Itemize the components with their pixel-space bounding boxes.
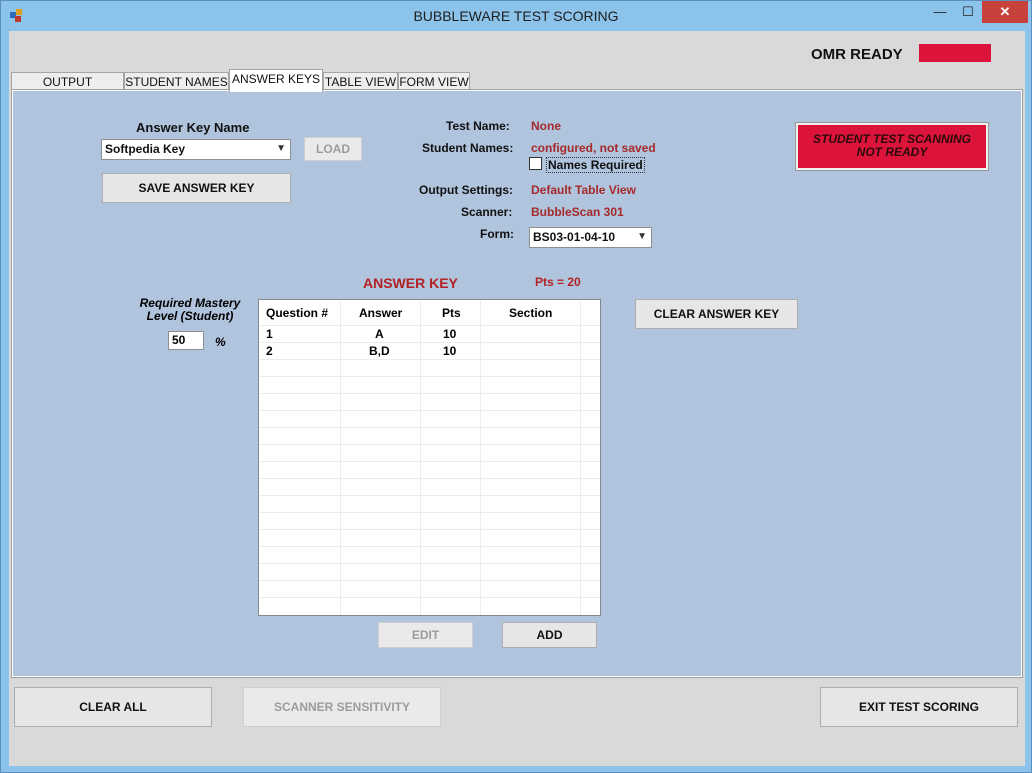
tab-answer-keys[interactable]: ANSWER KEYS [229, 69, 323, 92]
grid-row-divider [259, 580, 600, 581]
app-window: BUBBLEWARE TEST SCORING — ☐ ✕ OMR READY … [0, 0, 1032, 773]
answer-key-select-value: Softpedia Key [105, 142, 186, 156]
maximize-button[interactable]: ☐ [955, 1, 981, 23]
clear-answer-key-button[interactable]: CLEAR ANSWER KEY [635, 299, 798, 329]
answer-key-name-heading: Answer Key Name [136, 120, 250, 135]
grid-row-divider [259, 597, 600, 598]
tab-student-names[interactable]: STUDENT NAMES [124, 72, 229, 91]
title-bar[interactable]: BUBBLEWARE TEST SCORING — ☐ ✕ [1, 1, 1031, 31]
omr-status-label: OMR READY [811, 46, 903, 63]
grid-row-divider [259, 546, 600, 547]
mastery-label-line2: Level (Student) [146, 309, 234, 323]
test-name-label: Test Name: [446, 119, 510, 133]
table-cell[interactable]: B,D [369, 344, 390, 358]
grid-row-divider [259, 563, 600, 564]
edit-button[interactable]: EDIT [378, 622, 473, 648]
column-header-pts[interactable]: Pts [442, 306, 461, 320]
table-cell[interactable]: A [375, 327, 384, 341]
scanning-status-line2: NOT READY [856, 145, 928, 159]
points-total: Pts = 20 [535, 275, 581, 289]
grid-row-divider [259, 342, 600, 343]
mastery-percent-sign: % [215, 335, 226, 349]
chevron-down-icon: ▼ [276, 143, 286, 154]
exit-test-scoring-button[interactable]: EXIT TEST SCORING [820, 687, 1018, 727]
names-required-label[interactable]: Names Required [546, 157, 645, 173]
answer-key-grid[interactable]: Question # Answer Pts Section 1 A 10 2 B… [258, 299, 601, 616]
form-select-value: BS03-01-04-10 [533, 230, 616, 244]
column-header-answer[interactable]: Answer [359, 306, 402, 320]
table-cell[interactable]: 10 [443, 327, 456, 341]
grid-row-divider [259, 478, 600, 479]
grid-row-divider [259, 427, 600, 428]
form-select[interactable]: BS03-01-04-10 ▼ [529, 227, 652, 248]
answer-key-select[interactable]: Softpedia Key ▼ [101, 139, 291, 160]
table-cell[interactable]: 10 [443, 344, 456, 358]
client-area: OMR READY OUTPUT SETTINGS STUDENT NAMES … [9, 31, 1025, 766]
window-title: BUBBLEWARE TEST SCORING [413, 8, 619, 24]
grid-column-divider [480, 300, 481, 615]
load-button[interactable]: LOAD [304, 137, 362, 161]
scanner-value: BubbleScan 301 [531, 205, 624, 219]
tab-output-settings[interactable]: OUTPUT SETTINGS [11, 72, 124, 107]
names-required-checkbox[interactable] [529, 157, 542, 170]
chevron-down-icon: ▼ [637, 231, 647, 242]
answer-keys-panel: Answer Key Name Softpedia Key ▼ LOAD SAV… [11, 89, 1023, 678]
mastery-label: Required Mastery Level (Student) [130, 297, 250, 323]
table-cell[interactable]: 2 [266, 344, 273, 358]
output-settings-value: Default Table View [531, 183, 636, 197]
omr-status-indicator [919, 44, 991, 62]
grid-row-divider [259, 461, 600, 462]
grid-column-divider [580, 300, 581, 615]
grid-row-divider [259, 359, 600, 360]
tab-form-view[interactable]: FORM VIEW [398, 72, 470, 91]
close-button[interactable]: ✕ [982, 1, 1028, 23]
student-names-value: configured, not saved [531, 141, 656, 155]
grid-row-divider [259, 410, 600, 411]
save-answer-key-button[interactable]: SAVE ANSWER KEY [102, 173, 291, 203]
mastery-level-input[interactable]: 50 [168, 331, 204, 350]
column-header-section[interactable]: Section [509, 306, 552, 320]
student-names-label: Student Names: [422, 141, 514, 155]
grid-row-divider [259, 495, 600, 496]
grid-row-divider [259, 512, 600, 513]
tab-table-view[interactable]: TABLE VIEW [323, 72, 398, 91]
grid-column-divider [340, 300, 341, 615]
grid-row-divider [259, 376, 600, 377]
minimize-button[interactable]: — [927, 1, 953, 23]
answer-key-title: ANSWER KEY [363, 275, 458, 291]
clear-all-button[interactable]: CLEAR ALL [14, 687, 212, 727]
table-cell[interactable]: 1 [266, 327, 273, 341]
grid-row-divider [259, 325, 600, 326]
output-settings-label: Output Settings: [419, 183, 513, 197]
scanner-sensitivity-button[interactable]: SCANNER SENSITIVITY [243, 687, 441, 727]
add-button[interactable]: ADD [502, 622, 597, 648]
test-name-value: None [531, 119, 561, 133]
grid-column-divider [420, 300, 421, 615]
scanning-status-box: STUDENT TEST SCANNING NOT READY [795, 122, 989, 171]
form-label: Form: [480, 227, 514, 241]
grid-row-divider [259, 529, 600, 530]
scanner-label: Scanner: [461, 205, 513, 219]
column-header-question[interactable]: Question # [266, 306, 328, 320]
grid-row-divider [259, 444, 600, 445]
grid-row-divider [259, 393, 600, 394]
